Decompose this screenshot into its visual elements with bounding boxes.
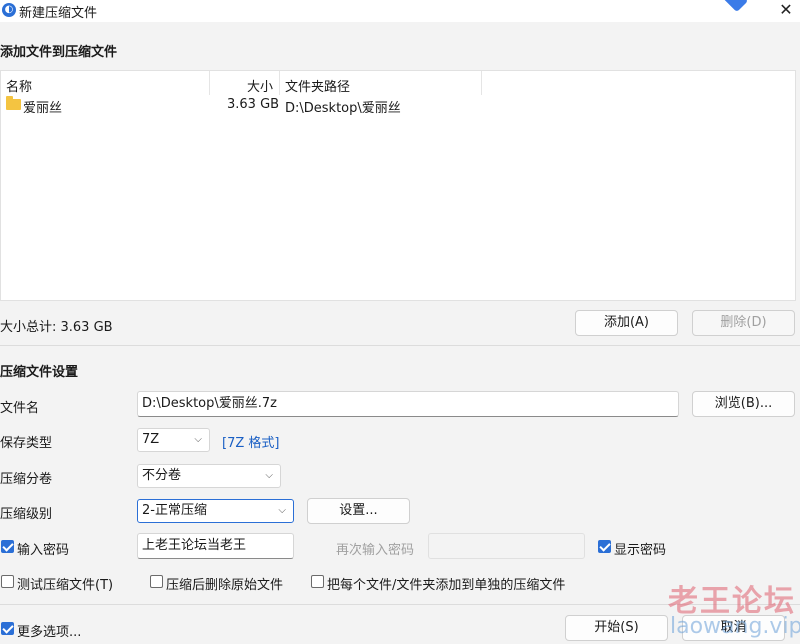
column-divider[interactable] — [481, 71, 482, 95]
save-type-value: 7Z — [142, 432, 160, 447]
split-select[interactable]: 不分卷 ⌵ — [137, 464, 281, 488]
close-button[interactable]: ✕ — [772, 0, 800, 22]
split-value: 不分卷 — [142, 468, 182, 483]
file-list[interactable]: 名称 大小 文件夹路径 爱丽丝 3.63 GB D:\Desktop\爱丽丝 — [0, 70, 796, 301]
reenter-password-label: 再次输入密码 — [336, 543, 415, 558]
settings-section-title: 压缩文件设置 — [0, 365, 79, 380]
save-type-label: 保存类型 — [0, 436, 53, 451]
folder-icon — [6, 96, 21, 110]
show-password-checkbox[interactable] — [598, 540, 611, 553]
split-label: 压缩分卷 — [0, 472, 53, 487]
file-size: 3.63 GB — [227, 97, 280, 112]
chevron-down-icon: ⌵ — [194, 434, 202, 445]
level-settings-button[interactable]: 设置... — [307, 498, 410, 524]
start-button[interactable]: 开始(S) — [565, 615, 668, 641]
level-value: 2-正常压缩 — [142, 503, 207, 518]
level-label: 压缩级别 — [0, 507, 53, 522]
browse-button[interactable]: 浏览(B)... — [692, 391, 795, 417]
add-button[interactable]: 添加(A) — [575, 310, 678, 336]
window-title: 新建压缩文件 — [19, 6, 98, 21]
chevron-down-icon: ⌵ — [265, 470, 273, 481]
column-header-path[interactable]: 文件夹路径 — [285, 76, 350, 95]
column-header-name[interactable]: 名称 — [6, 76, 32, 95]
password-checkbox-label[interactable]: 输入密码 — [17, 539, 69, 558]
format-link[interactable]: [7Z 格式] — [222, 432, 279, 451]
chevron-down-icon: ⌵ — [278, 505, 286, 516]
file-name: 爱丽丝 — [23, 101, 63, 116]
add-section-title: 添加文件到压缩文件 — [0, 45, 118, 60]
password-input[interactable]: 上老王论坛当老王 — [137, 533, 294, 559]
watermark-url: laowang.vip — [670, 614, 800, 639]
filename-input[interactable]: D:\Desktop\爱丽丝.7z — [137, 391, 679, 417]
test-archive-checkbox[interactable] — [1, 575, 14, 588]
show-password-label[interactable]: 显示密码 — [614, 539, 666, 558]
more-options-checkbox[interactable] — [1, 622, 14, 635]
file-path: D:\Desktop\爱丽丝 — [285, 101, 401, 116]
title-bar: ◐ 新建压缩文件 ✕ — [0, 0, 800, 22]
more-options-label[interactable]: 更多选项... — [17, 621, 81, 640]
save-type-select[interactable]: 7Z ⌵ — [137, 428, 210, 452]
app-icon: ◐ — [2, 3, 16, 17]
level-select[interactable]: 2-正常压缩 ⌵ — [137, 499, 294, 523]
column-header-size[interactable]: 大小 — [247, 76, 273, 95]
separator — [0, 345, 800, 346]
reenter-password-input[interactable] — [428, 533, 585, 559]
column-divider[interactable] — [209, 71, 210, 95]
delete-source-checkbox[interactable] — [150, 575, 163, 588]
filename-label: 文件名 — [0, 401, 40, 416]
separate-archives-label[interactable]: 把每个文件/文件夹添加到单独的压缩文件 — [327, 574, 565, 593]
separate-archives-checkbox[interactable] — [311, 575, 324, 588]
decoration-shape — [719, 0, 749, 13]
total-size-label: 大小总计: 3.63 GB — [0, 320, 113, 335]
test-archive-label[interactable]: 测试压缩文件(T) — [17, 574, 113, 593]
watermark: 老王论坛 laowang.vip — [668, 576, 800, 639]
column-divider[interactable] — [279, 71, 280, 95]
password-checkbox[interactable] — [1, 540, 14, 553]
delete-source-label[interactable]: 压缩后删除原始文件 — [166, 574, 283, 593]
delete-button[interactable]: 删除(D) — [692, 310, 795, 336]
file-row[interactable]: 爱丽丝 3.63 GB D:\Desktop\爱丽丝 — [1, 95, 795, 116]
